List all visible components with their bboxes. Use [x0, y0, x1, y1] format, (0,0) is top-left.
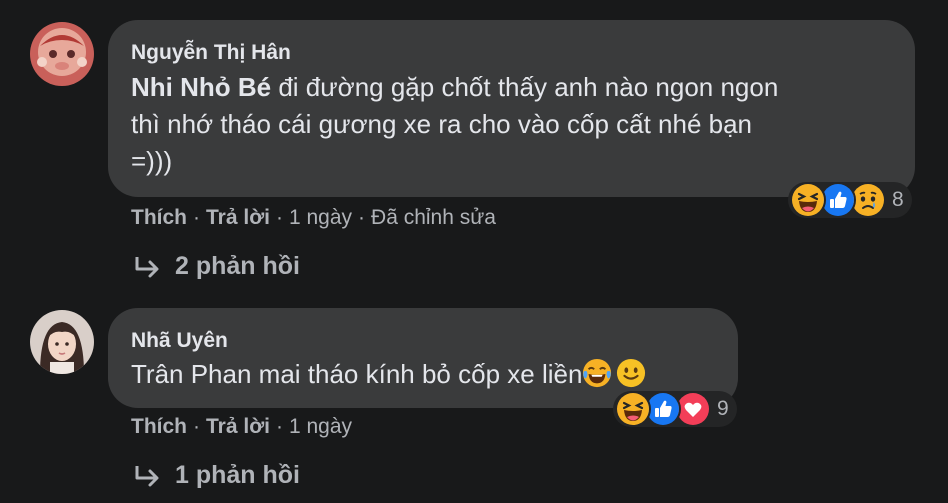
timestamp[interactable]: 1 ngày [289, 415, 352, 438]
avatar[interactable] [30, 310, 94, 374]
view-replies-button[interactable]: 2 phản hồi [133, 252, 300, 281]
comment-text-line: thì nhớ tháo cái gương xe ra cho vào cốp… [131, 109, 753, 139]
reply-button[interactable]: Trả lời [206, 206, 270, 229]
replies-count-label: 1 phản hồi [175, 461, 300, 489]
haha-icon [790, 182, 826, 218]
replies-count-label: 2 phản hồi [175, 252, 300, 280]
comment-author[interactable]: Nguyễn Thị Hân [131, 41, 291, 65]
comment-text-line: Trân Phan mai tháo kính bỏ cốp xe liền [131, 359, 583, 389]
reply-button[interactable]: Trả lời [206, 415, 270, 438]
avatar[interactable] [30, 22, 94, 86]
reaction-count: 8 [892, 188, 904, 211]
reaction-count: 9 [717, 397, 729, 420]
comment-actions: Thích · Trả lời · 1 ngày · Đã chỉnh sửa [131, 206, 496, 230]
comment-text: Nhi Nhỏ Bé đi đường gặp chốt thấy anh nà… [131, 69, 911, 180]
mention-link[interactable]: Nhi Nhỏ Bé [131, 72, 271, 102]
separator: · [275, 206, 283, 229]
reaction-summary[interactable]: 9 [613, 391, 737, 427]
separator: · [358, 206, 366, 229]
view-replies-button[interactable]: 1 phản hồi [133, 461, 300, 490]
like-button[interactable]: Thích [131, 206, 187, 229]
timestamp[interactable]: 1 ngày [289, 206, 352, 229]
edited-label: Đã chỉnh sửa [371, 206, 496, 229]
separator: · [193, 415, 200, 438]
comment-author[interactable]: Nhã Uyên [131, 329, 228, 353]
like-button[interactable]: Thích [131, 415, 187, 438]
comment-actions: Thích · Trả lời · 1 ngày [131, 415, 352, 439]
tears-of-joy-emoji [582, 358, 612, 398]
separator: · [193, 206, 200, 229]
comment-text-line: đi đường gặp chốt thấy anh nào ngon ngon [271, 72, 779, 102]
reaction-summary[interactable]: 8 [788, 182, 912, 218]
comment-text-line: =))) [131, 146, 173, 176]
haha-icon [615, 391, 651, 427]
reply-arrow-icon [135, 465, 159, 486]
reply-arrow-icon [135, 256, 159, 277]
separator: · [275, 415, 283, 438]
